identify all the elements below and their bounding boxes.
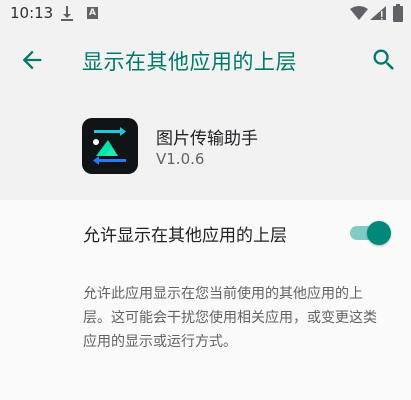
status-bar: 10:13 A	[0, 0, 411, 28]
setting-label: 允许显示在其他应用的上层	[83, 226, 287, 246]
overlay-permission-setting[interactable]: 允许显示在其他应用的上层	[0, 200, 411, 266]
signal-icon	[370, 6, 386, 20]
arrow-left-icon	[22, 50, 42, 70]
status-time: 10:13	[10, 4, 54, 22]
toggle-thumb	[367, 221, 391, 245]
app-info-header: 显示在其他应用的上层 图片传输助手 V1.0.6	[0, 28, 411, 200]
page-title: 显示在其他应用的上层	[82, 50, 297, 74]
app-version: V1.0.6	[156, 150, 205, 168]
search-icon	[373, 49, 394, 70]
back-button[interactable]	[18, 46, 46, 74]
overlay-permission-toggle[interactable]	[350, 220, 392, 246]
wifi-icon	[350, 6, 368, 20]
a-icon: A	[87, 7, 98, 19]
app-icon	[82, 118, 138, 174]
transfer-logo-icon	[93, 127, 126, 165]
download-icon	[61, 6, 73, 21]
battery-icon	[393, 4, 403, 22]
permission-description: 允许此应用显示在您当前使用的其他应用的上层。这可能会干扰您使用相关应用，或变更这…	[83, 286, 377, 350]
search-button[interactable]	[370, 46, 398, 74]
app-name: 图片传输助手	[156, 129, 258, 149]
